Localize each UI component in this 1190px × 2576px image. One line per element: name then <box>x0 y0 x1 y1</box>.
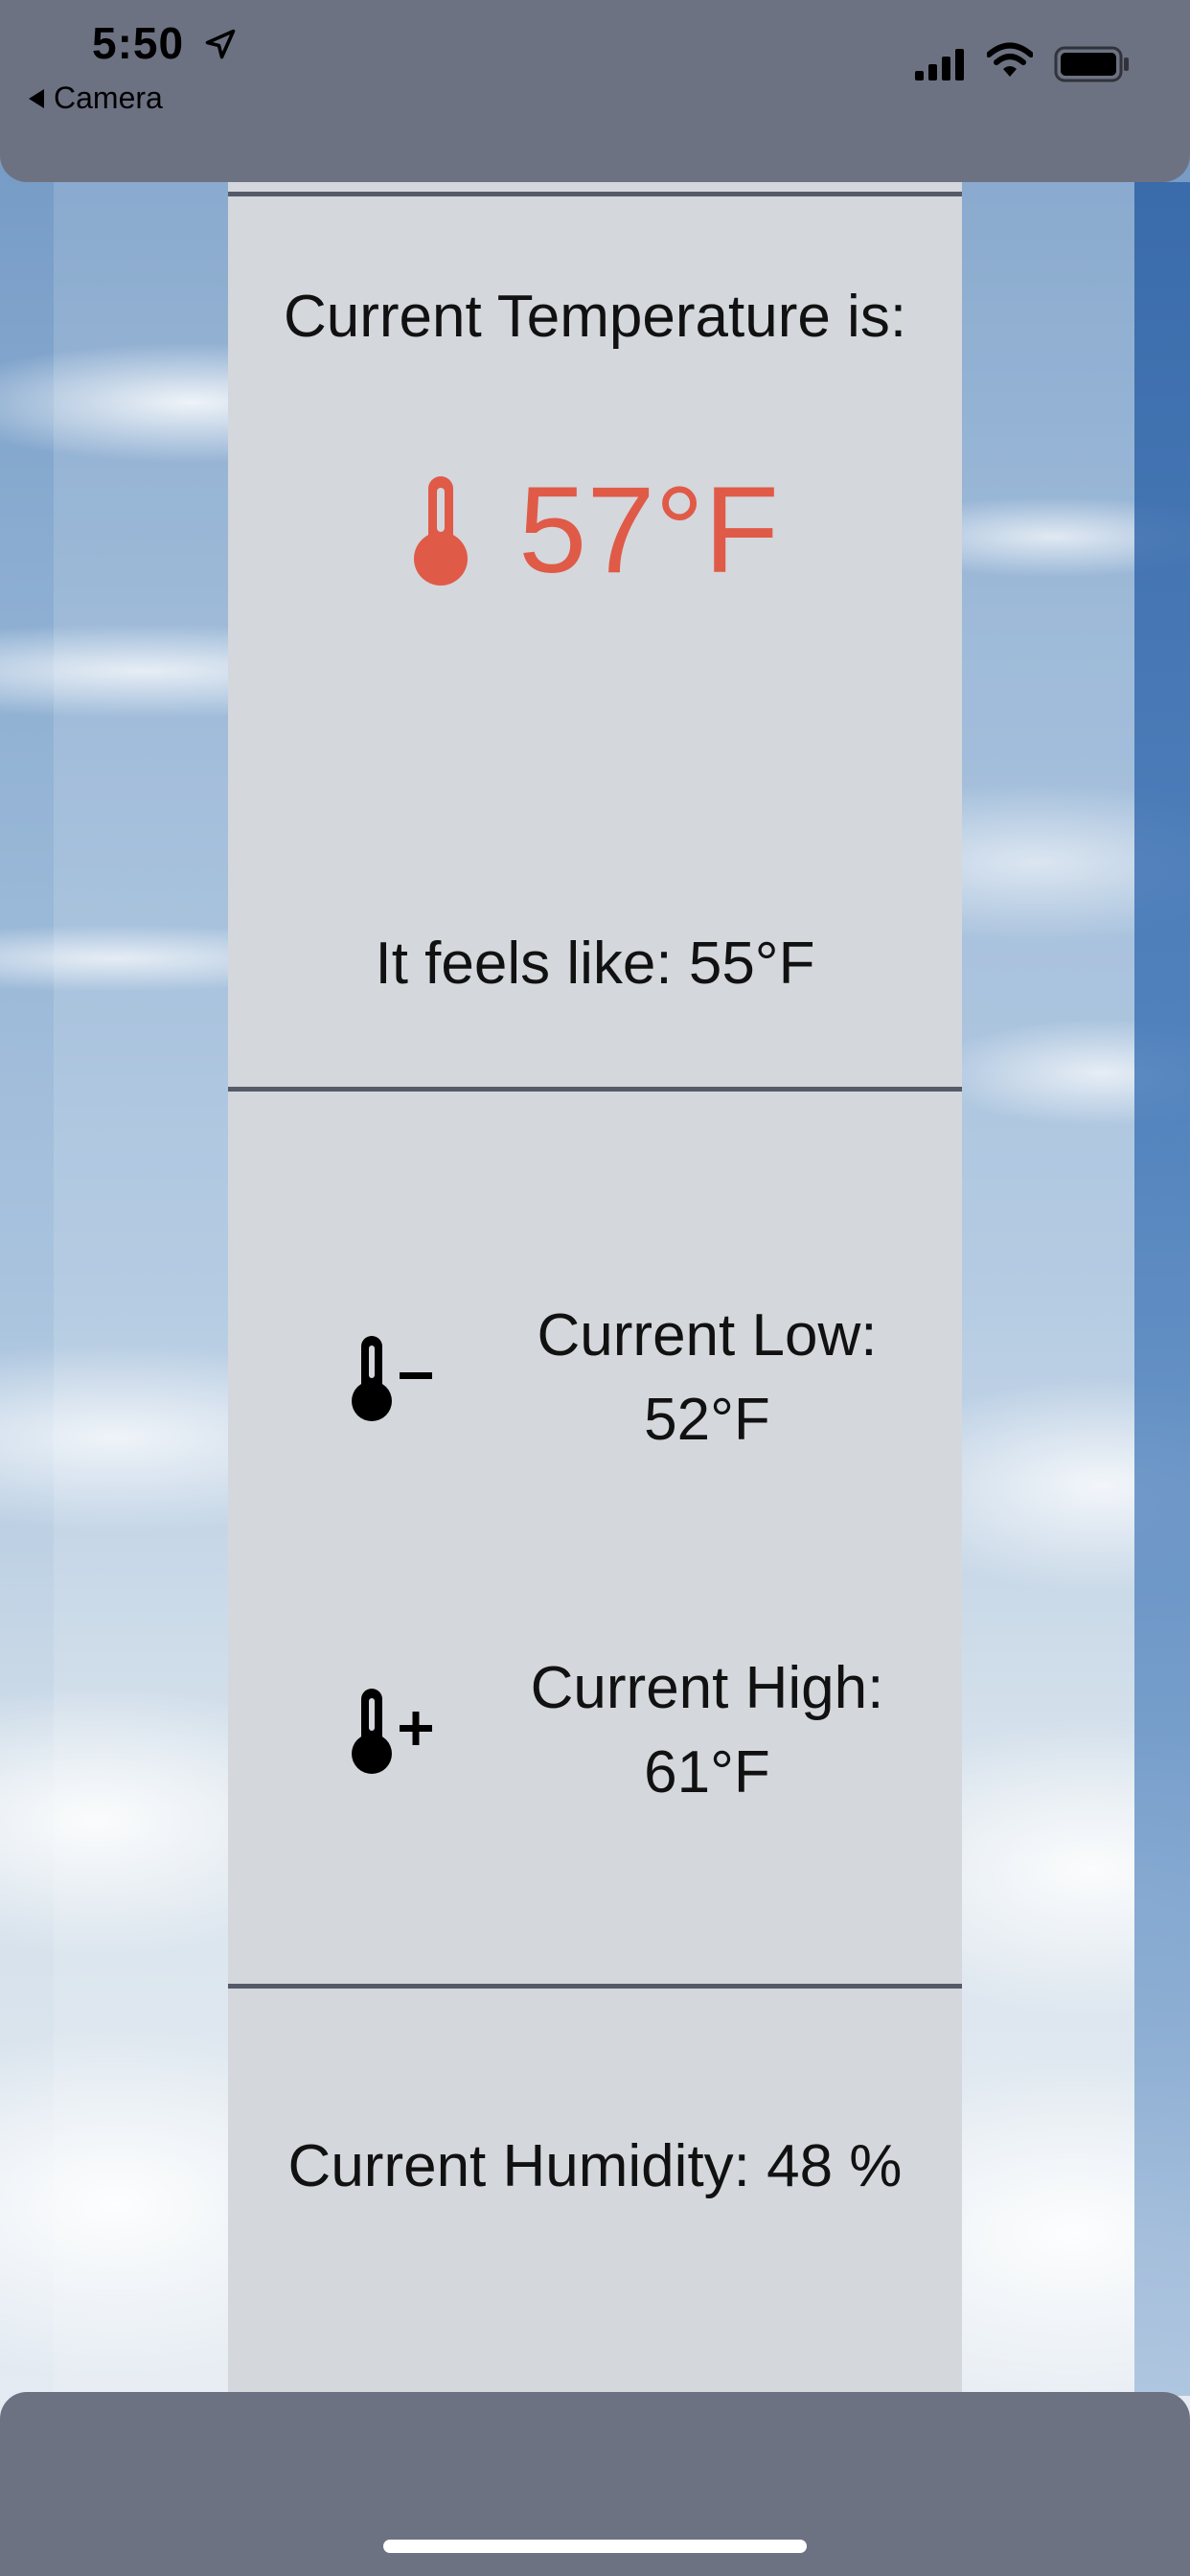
current-low-row: Current Low: 52°F <box>343 1294 908 1462</box>
weather-card: Current Temperature is: 57°F It feels li… <box>228 182 962 2396</box>
thermometer-icon <box>414 476 469 586</box>
status-bar: 5:50 Camera <box>0 0 1190 182</box>
current-temperature-value: 57°F <box>518 462 779 599</box>
feels-like-text: It feels like: 55°F <box>375 931 815 997</box>
current-low-text: Current Low: 52°F <box>506 1294 908 1462</box>
current-high-value: 61°F <box>644 1739 770 1806</box>
back-link-label: Camera <box>54 80 163 115</box>
background-strip-left <box>54 182 228 2396</box>
low-icon-wrapper <box>343 1334 448 1422</box>
location-arrow-icon <box>205 29 236 59</box>
back-to-camera-link[interactable]: Camera <box>29 80 163 116</box>
top-divider <box>228 192 962 196</box>
thermometer-plus-icon <box>352 1689 432 1774</box>
signal-icon <box>915 49 964 80</box>
status-time: 5:50 <box>92 18 185 68</box>
battery-icon <box>1054 46 1129 82</box>
middle-divider <box>228 1087 962 1092</box>
current-low-label: Current Low: <box>537 1302 878 1368</box>
wifi-icon <box>987 42 1033 77</box>
current-temperature-label: Current Temperature is: <box>283 284 907 350</box>
current-humidity-text: Current Humidity: 48 % <box>287 2133 903 2199</box>
bottom-divider <box>228 1984 962 1989</box>
back-chevron-icon <box>29 88 44 108</box>
current-high-text: Current High: 61°F <box>506 1646 908 1815</box>
current-high-row: Current High: 61°F <box>343 1646 908 1815</box>
background-strip-right <box>962 182 1134 2396</box>
current-low-value: 52°F <box>644 1387 770 1453</box>
thermometer-minus-icon <box>352 1336 432 1421</box>
home-indicator[interactable] <box>383 2540 807 2553</box>
weather-screen: 5:50 Camera Current Temperature is: 57°F… <box>0 0 1190 2576</box>
current-temperature-row: 57°F <box>228 470 962 592</box>
high-icon-wrapper <box>343 1687 448 1775</box>
current-high-label: Current High: <box>530 1655 884 1721</box>
sky-edge-right <box>1134 182 1190 2396</box>
